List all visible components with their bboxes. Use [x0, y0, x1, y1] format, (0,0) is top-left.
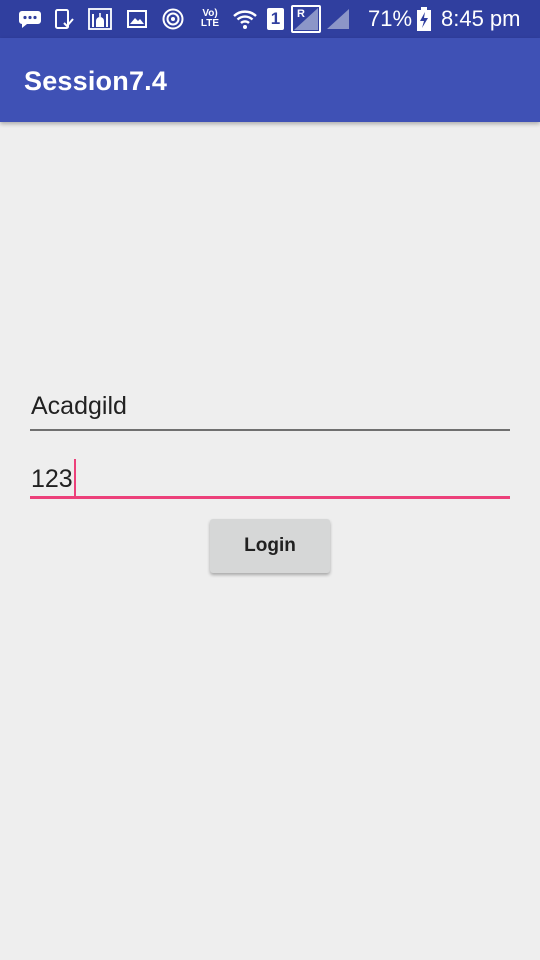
username-underline [30, 429, 510, 431]
volte-icon: Vo) LTE [197, 8, 223, 30]
mosque-icon [88, 8, 112, 30]
gallery-icon [125, 8, 149, 30]
sim-one-icon: 1 [267, 8, 284, 30]
text-cursor [73, 459, 76, 497]
screen: Vo) LTE 1 R 71% 8:45 pm Session7.4 Acadg… [0, 0, 540, 960]
sim-number: 1 [270, 9, 281, 28]
password-value: 123 [31, 465, 73, 493]
username-field[interactable]: Acadgild [30, 383, 510, 431]
username-value: Acadgild [31, 392, 127, 420]
status-time: 8:45 pm [441, 6, 521, 31]
status-bar: Vo) LTE 1 R 71% 8:45 pm [0, 0, 540, 38]
chat-bubble-icon [17, 8, 43, 30]
volte-bottom-text: LTE [200, 18, 220, 29]
battery-charging-icon [417, 7, 431, 31]
wifi-icon [231, 8, 259, 30]
phone-check-icon [52, 8, 76, 30]
cellular-signal-icon [326, 8, 350, 30]
roaming-icon: R [291, 5, 321, 33]
app-title: Session7.4 [24, 66, 168, 96]
login-button[interactable]: Login [210, 519, 330, 573]
password-underline [30, 496, 510, 499]
target-icon [161, 8, 185, 30]
password-field[interactable]: 123 [30, 451, 510, 499]
app-bar: Session7.4 [0, 38, 540, 122]
password-text: 123 [31, 459, 76, 497]
roaming-letter: R [297, 8, 305, 20]
battery-percent: 71% [368, 6, 413, 31]
